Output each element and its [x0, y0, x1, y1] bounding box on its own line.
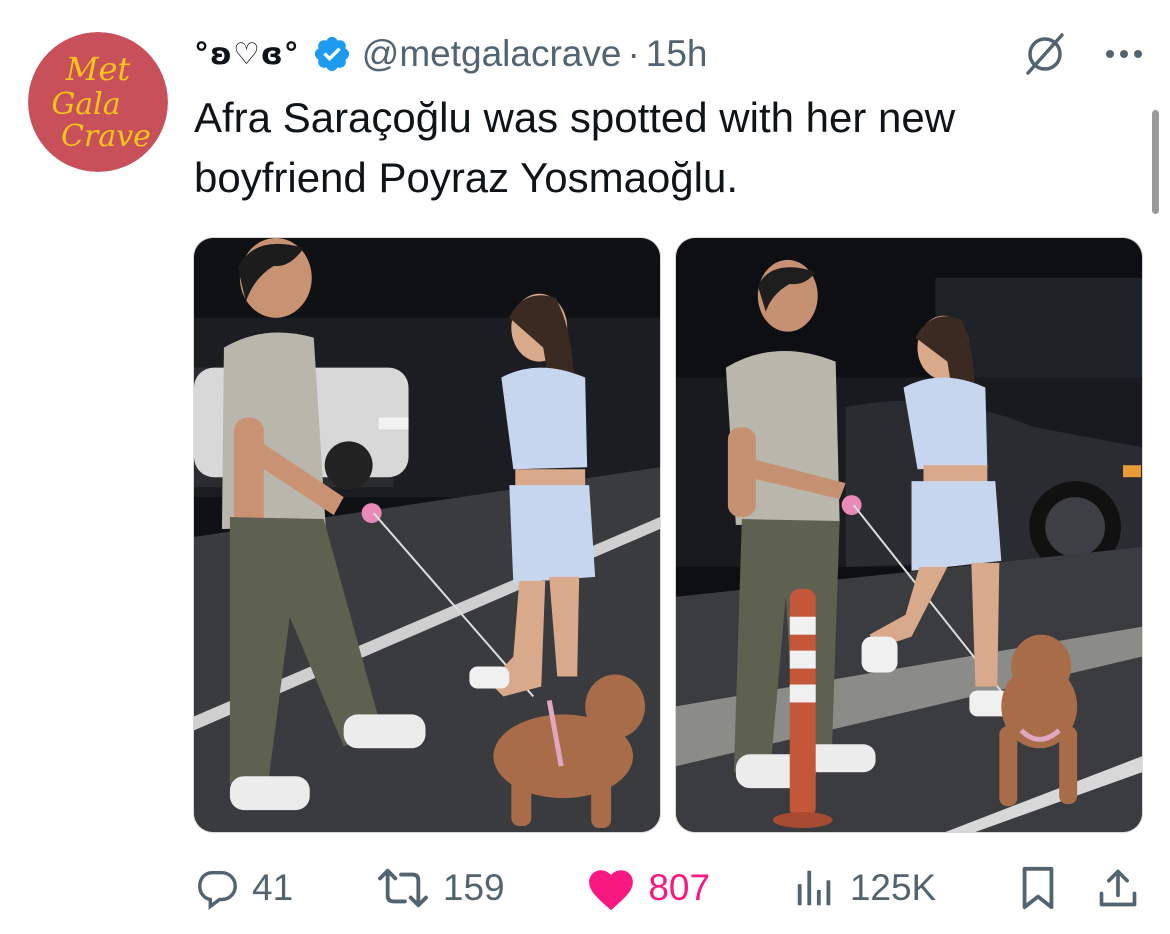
photo-1-image: [194, 238, 660, 832]
avatar-text-3: Crave: [61, 119, 151, 154]
views-count: 125K: [849, 867, 937, 908]
views-icon: [797, 870, 831, 906]
action-bar: 41 159 807 125K: [194, 858, 1140, 918]
photo-2[interactable]: [675, 237, 1143, 833]
handle-time: @metgalacrave · 15h: [362, 33, 708, 75]
tweet-text: Afra Saraçoğlu was spotted with her new …: [194, 94, 956, 201]
reply-count: 41: [252, 867, 294, 908]
avatar-text-2: Gala: [51, 87, 120, 122]
avatar[interactable]: Met Gala Crave: [28, 32, 168, 172]
handle[interactable]: @metgalacrave: [362, 33, 622, 74]
reply-button[interactable]: 41: [194, 865, 293, 911]
timestamp[interactable]: 15h: [646, 33, 708, 74]
reply-icon: [198, 870, 237, 910]
photo-2-image: [676, 238, 1142, 832]
heart-icon: [589, 870, 634, 911]
repost-count: 159: [442, 867, 505, 908]
avatar-logo: Met Gala Crave: [28, 32, 168, 172]
repost-button[interactable]: 159: [375, 865, 505, 911]
repost-icon: [377, 868, 428, 908]
bookmark-share-group: [1018, 865, 1140, 911]
bookmark-icon[interactable]: [1018, 865, 1058, 911]
like-button[interactable]: 807: [586, 865, 710, 911]
verified-badge-icon: [314, 36, 349, 72]
header-actions: [1022, 31, 1144, 77]
separator: ·: [627, 33, 640, 74]
more-icon[interactable]: [1104, 48, 1144, 60]
share-icon[interactable]: [1096, 865, 1140, 911]
photo-1[interactable]: [193, 237, 661, 833]
avatar-text-1: Met: [65, 50, 131, 88]
tweet-header: °ʚ♡ɞ° @metgalacrave · 15h: [194, 26, 1144, 82]
display-name[interactable]: °ʚ♡ɞ°: [194, 37, 300, 72]
media-grid: [193, 237, 1143, 833]
views-button[interactable]: 125K: [792, 865, 936, 911]
grok-icon[interactable]: [1022, 31, 1068, 77]
scrollbar[interactable]: [1152, 110, 1159, 214]
like-count: 807: [648, 867, 711, 908]
